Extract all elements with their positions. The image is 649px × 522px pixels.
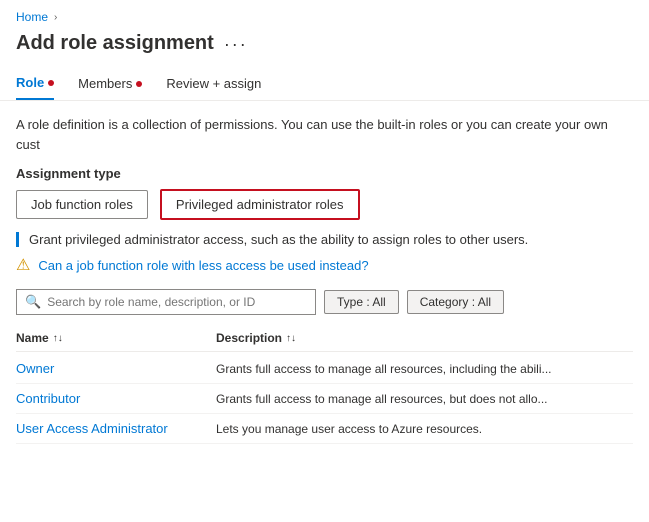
grant-section: Grant privileged administrator access, s… — [16, 232, 633, 247]
tab-bar: Role Members Review + assign — [0, 67, 649, 101]
tab-review[interactable]: Review + assign — [166, 68, 261, 99]
table-header: Name ↑↓ Description ↑↓ — [16, 325, 633, 352]
role-name[interactable]: Contributor — [16, 391, 216, 406]
table-row: Owner Grants full access to manage all r… — [16, 354, 633, 384]
breadcrumb-chevron: › — [54, 12, 57, 23]
col-desc-sort-icon[interactable]: ↑↓ — [286, 333, 296, 344]
privileged-roles-button[interactable]: Privileged administrator roles — [160, 189, 360, 220]
page-title: Add role assignment — [16, 32, 214, 55]
category-filter-button[interactable]: Category : All — [407, 290, 504, 314]
tab-role[interactable]: Role — [16, 67, 54, 100]
type-filter-button[interactable]: Type : All — [324, 290, 399, 314]
role-description: A role definition is a collection of per… — [16, 115, 633, 154]
col-name-sort-icon[interactable]: ↑↓ — [53, 333, 63, 344]
description-text: A role definition is a collection of per… — [16, 117, 608, 152]
col-header-name: Name ↑↓ — [16, 331, 216, 345]
tab-members-dot — [136, 81, 142, 87]
search-box: 🔍 — [16, 289, 316, 315]
col-header-description: Description ↑↓ — [216, 331, 633, 345]
search-input[interactable] — [47, 295, 307, 309]
table-body: Owner Grants full access to manage all r… — [16, 354, 633, 444]
breadcrumb: Home › — [0, 0, 649, 28]
job-function-roles-button[interactable]: Job function roles — [16, 190, 148, 219]
warning-icon: ⚠ — [16, 255, 30, 275]
tab-role-dot — [48, 80, 54, 86]
role-description-cell: Grants full access to manage all resourc… — [216, 392, 633, 406]
table-row: Contributor Grants full access to manage… — [16, 384, 633, 414]
tab-role-label: Role — [16, 75, 44, 90]
col-desc-label: Description — [216, 331, 282, 345]
assignment-type-label: Assignment type — [16, 166, 633, 181]
page-header: Add role assignment ··· — [0, 28, 649, 67]
role-name[interactable]: User Access Administrator — [16, 421, 216, 436]
role-description-cell: Grants full access to manage all resourc… — [216, 362, 633, 376]
tab-review-label: Review + assign — [166, 76, 261, 91]
role-type-row: Job function roles Privileged administra… — [16, 189, 633, 220]
main-content: A role definition is a collection of per… — [0, 101, 649, 444]
table-row: User Access Administrator Lets you manag… — [16, 414, 633, 444]
grant-text: Grant privileged administrator access, s… — [29, 232, 633, 247]
search-filter-row: 🔍 Type : All Category : All — [16, 289, 633, 315]
warning-link[interactable]: Can a job function role with less access… — [38, 258, 368, 273]
role-name[interactable]: Owner — [16, 361, 216, 376]
breadcrumb-home[interactable]: Home — [16, 10, 48, 24]
col-name-label: Name — [16, 331, 49, 345]
warning-row: ⚠ Can a job function role with less acce… — [16, 255, 633, 275]
more-options-button[interactable]: ··· — [224, 35, 248, 53]
tab-members[interactable]: Members — [78, 68, 142, 99]
role-description-cell: Lets you manage user access to Azure res… — [216, 422, 633, 436]
search-icon: 🔍 — [25, 294, 41, 310]
tab-members-label: Members — [78, 76, 132, 91]
